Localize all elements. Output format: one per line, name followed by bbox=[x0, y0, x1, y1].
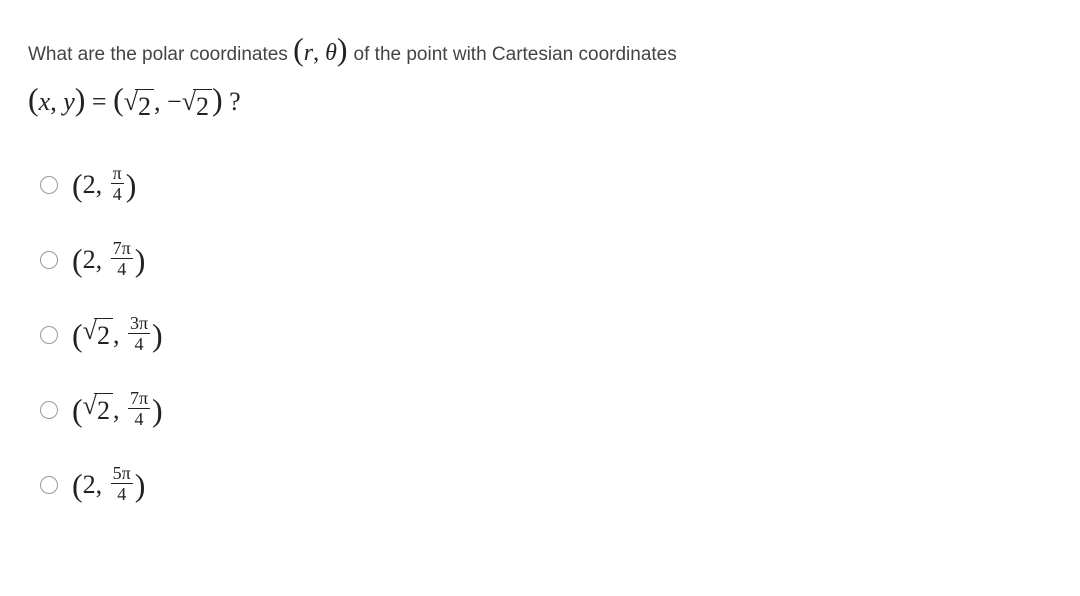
question-prefix: What are the polar coordinates bbox=[28, 44, 293, 65]
option-5-math: (2, 5π4 ) bbox=[72, 466, 145, 505]
option-5[interactable]: (2, 5π4 ) bbox=[40, 466, 1052, 505]
question-prompt: What are the polar coordinates (r, θ) of… bbox=[28, 24, 1052, 75]
option-1-math: (2, π4 ) bbox=[72, 166, 136, 205]
radio-icon[interactable] bbox=[40, 326, 58, 344]
option-4-math: (√2, 7π4 ) bbox=[72, 391, 163, 430]
polar-expression: (r, θ) bbox=[293, 40, 353, 66]
radio-icon[interactable] bbox=[40, 401, 58, 419]
option-3-math: (√2, 3π4 ) bbox=[72, 316, 163, 355]
options-list: (2, π4 ) (2, 7π4 ) (√2, 3π4 ) (√2, 7π4 ) bbox=[28, 166, 1052, 505]
option-2[interactable]: (2, 7π4 ) bbox=[40, 241, 1052, 280]
cartesian-equation: (x, y) = (√2, −√2) ? bbox=[28, 81, 1052, 124]
option-2-math: (2, 7π4 ) bbox=[72, 241, 145, 280]
option-4[interactable]: (√2, 7π4 ) bbox=[40, 391, 1052, 430]
option-1[interactable]: (2, π4 ) bbox=[40, 166, 1052, 205]
radio-icon[interactable] bbox=[40, 476, 58, 494]
radio-icon[interactable] bbox=[40, 251, 58, 269]
question-middle: of the point with Cartesian coordinates bbox=[354, 44, 677, 65]
option-3[interactable]: (√2, 3π4 ) bbox=[40, 316, 1052, 355]
radio-icon[interactable] bbox=[40, 176, 58, 194]
question-mark: ? bbox=[229, 87, 241, 116]
